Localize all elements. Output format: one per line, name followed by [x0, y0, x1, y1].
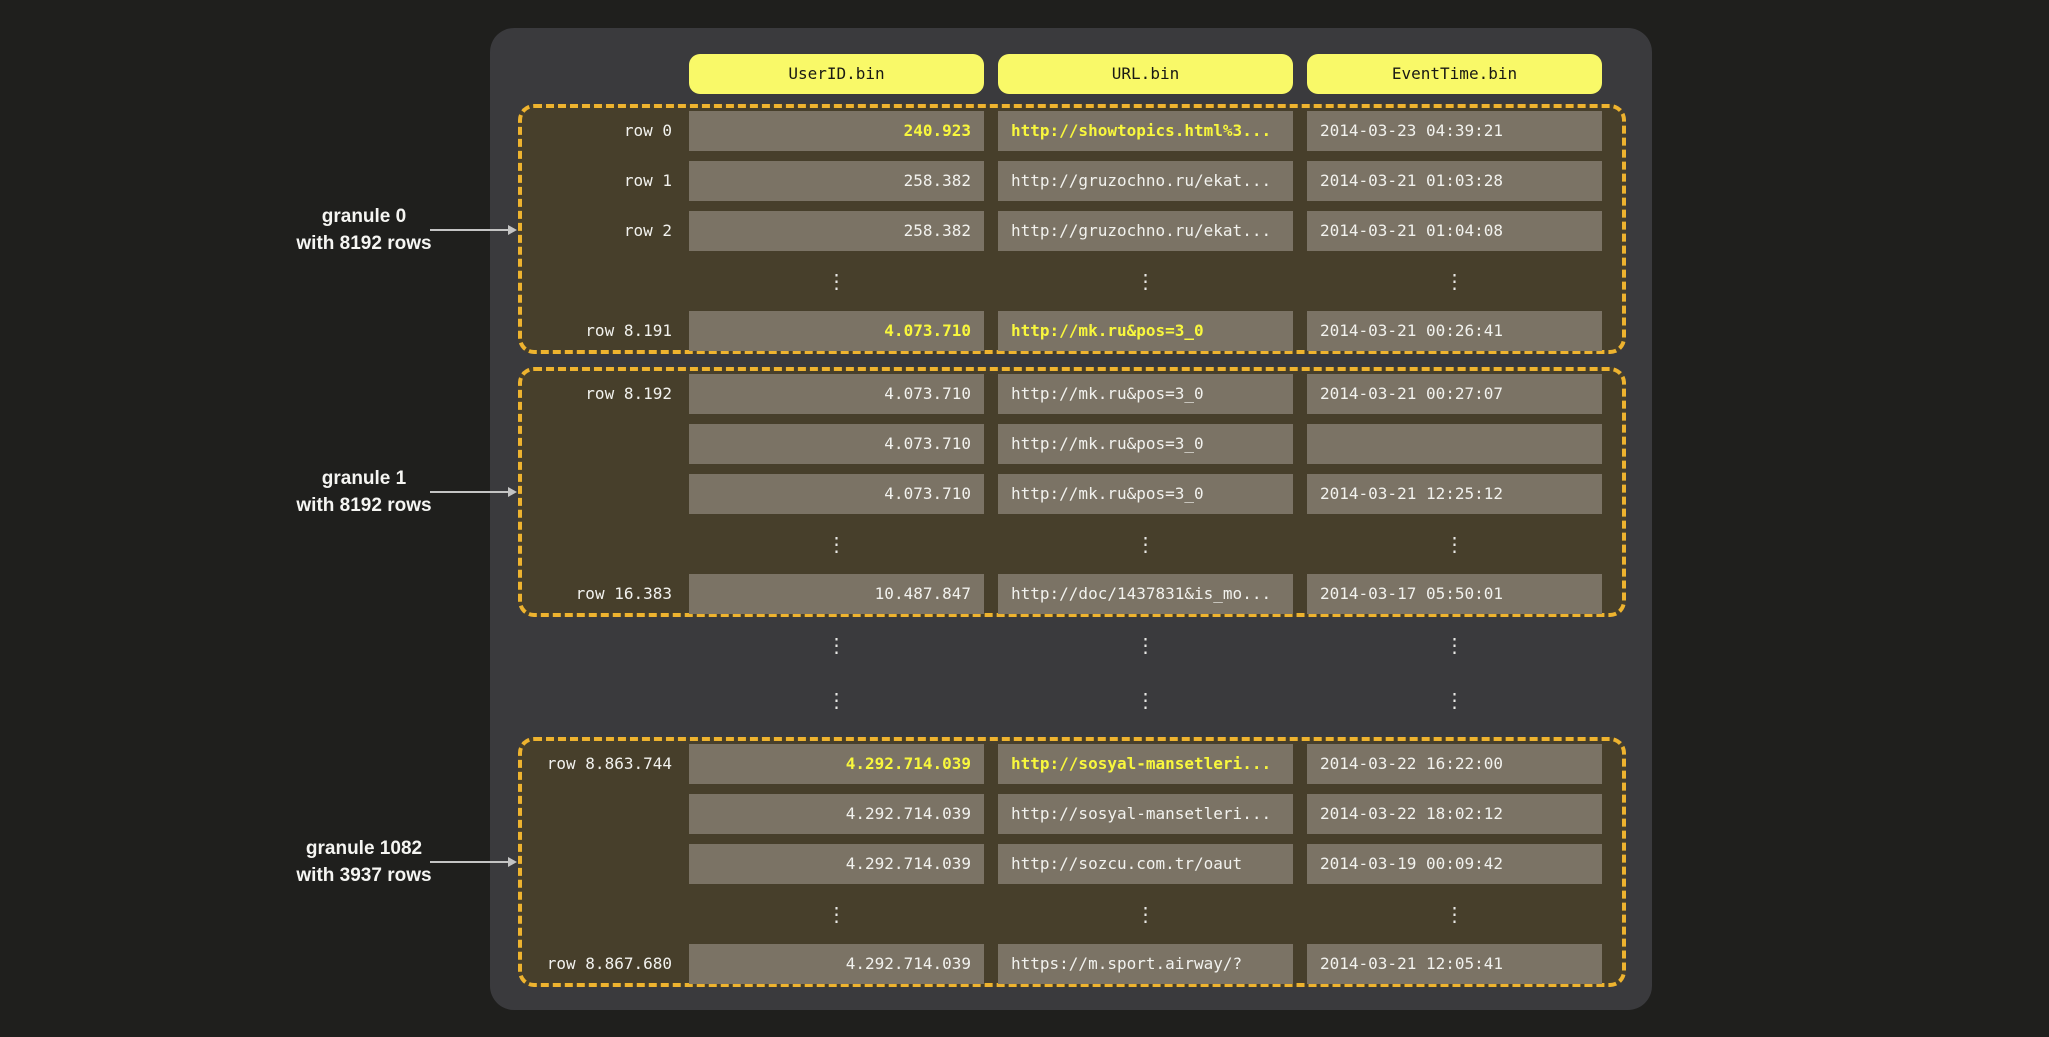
ellipsis: ⋮	[998, 680, 1293, 720]
userid-cell: 258.382	[689, 161, 984, 201]
ellipsis: ⋮	[1307, 524, 1602, 564]
eventtime-cell: 2014-03-17 05:50:01	[1307, 574, 1602, 614]
eventtime-cell: 2014-03-23 04:39:21	[1307, 111, 1602, 151]
url-cell: http://sozcu.com.tr/oaut	[998, 844, 1293, 884]
granule-name: granule 1	[244, 465, 484, 492]
eventtime-cell: 2014-03-22 16:22:00	[1307, 744, 1602, 784]
granule-name: granule 0	[244, 203, 484, 230]
ellipsis: ⋮	[998, 261, 1293, 301]
url-cell: http://sosyal-mansetleri...	[998, 794, 1293, 834]
userid-cell: 4.292.714.039	[689, 844, 984, 884]
userid-cell: 4.073.710	[689, 474, 984, 514]
userid-cell: 4.073.710	[689, 424, 984, 464]
granule-row-count: with 3937 rows	[244, 862, 484, 889]
granule-1082-box: row 8.863.744 4.292.714.039 http://sosya…	[518, 737, 1626, 987]
url-cell: http://mk.ru&pos=3_0	[998, 311, 1293, 351]
row-label: row 8.192	[522, 374, 672, 414]
url-cell: http://sosyal-mansetleri...	[998, 744, 1293, 784]
ellipsis: ⋮	[1307, 261, 1602, 301]
row-label	[522, 794, 672, 834]
url-cell: http://mk.ru&pos=3_0	[998, 374, 1293, 414]
ellipsis: ⋮	[1307, 894, 1602, 934]
ellipsis-row: ⋮ ⋮ ⋮	[522, 261, 1622, 301]
granule-1-arrow-icon	[430, 491, 508, 493]
userid-cell: 4.292.714.039	[689, 744, 984, 784]
row-label	[522, 474, 672, 514]
url-cell: http://showtopics.html%3...	[998, 111, 1293, 151]
table-row: 4.073.710 http://mk.ru&pos=3_0 2014-03-2…	[522, 474, 1622, 514]
ellipsis: ⋮	[689, 625, 984, 665]
table-row: row 1 258.382 http://gruzochno.ru/ekat..…	[522, 161, 1622, 201]
url-cell: http://gruzochno.ru/ekat...	[998, 211, 1293, 251]
userid-cell: 4.073.710	[689, 311, 984, 351]
ellipsis: ⋮	[1307, 625, 1602, 665]
column-header-eventtime: EventTime.bin	[1307, 54, 1602, 94]
ellipsis: ⋮	[998, 625, 1293, 665]
ellipsis: ⋮	[998, 524, 1293, 564]
table-row: 4.292.714.039 http://sozcu.com.tr/oaut 2…	[522, 844, 1622, 884]
ellipsis: ⋮	[689, 261, 984, 301]
row-label: row 2	[522, 211, 672, 251]
row-label: row 0	[522, 111, 672, 151]
userid-cell: 4.292.714.039	[689, 944, 984, 984]
table-row: row 0 240.923 http://showtopics.html%3..…	[522, 111, 1622, 151]
row-label	[522, 844, 672, 884]
eventtime-cell: 2014-03-21 12:05:41	[1307, 944, 1602, 984]
table-row: row 8.192 4.073.710 http://mk.ru&pos=3_0…	[522, 374, 1622, 414]
ellipsis: ⋮	[689, 894, 984, 934]
table-row: row 8.863.744 4.292.714.039 http://sosya…	[522, 744, 1622, 784]
url-cell: http://doc/1437831&is_mo...	[998, 574, 1293, 614]
row-label: row 8.863.744	[522, 744, 672, 784]
userid-cell: 10.487.847	[689, 574, 984, 614]
eventtime-cell: 2014-03-21 01:03:28	[1307, 161, 1602, 201]
table-row: row 2 258.382 http://gruzochno.ru/ekat..…	[522, 211, 1622, 251]
table-row: row 16.383 10.487.847 http://doc/1437831…	[522, 574, 1622, 614]
column-header-userid: UserID.bin	[689, 54, 984, 94]
granule-name: granule 1082	[244, 835, 484, 862]
granule-row-count: with 8192 rows	[244, 230, 484, 257]
row-label: row 1	[522, 161, 672, 201]
eventtime-cell: 2014-03-21 01:04:08	[1307, 211, 1602, 251]
row-label: row 8.867.680	[522, 944, 672, 984]
granule-row-count: with 8192 rows	[244, 492, 484, 519]
userid-cell: 240.923	[689, 111, 984, 151]
granule-0-arrow-icon	[430, 229, 508, 231]
eventtime-cell: 2014-03-22 18:02:12	[1307, 794, 1602, 834]
url-cell: http://mk.ru&pos=3_0	[998, 424, 1293, 464]
table-row: 4.292.714.039 http://sosyal-mansetleri..…	[522, 794, 1622, 834]
url-cell: http://gruzochno.ru/ekat...	[998, 161, 1293, 201]
column-header-url: URL.bin	[998, 54, 1293, 94]
userid-cell: 4.073.710	[689, 374, 984, 414]
eventtime-cell: 2014-03-19 00:09:42	[1307, 844, 1602, 884]
url-cell: https://m.sport.airway/?	[998, 944, 1293, 984]
row-label: row 16.383	[522, 574, 672, 614]
eventtime-cell-empty	[1307, 424, 1602, 464]
row-label	[522, 424, 672, 464]
granule-1-box: row 8.192 4.073.710 http://mk.ru&pos=3_0…	[518, 367, 1626, 617]
userid-cell: 258.382	[689, 211, 984, 251]
ellipsis: ⋮	[998, 894, 1293, 934]
ellipsis: ⋮	[689, 680, 984, 720]
granule-1082-arrow-icon	[430, 861, 508, 863]
table-row: row 8.191 4.073.710 http://mk.ru&pos=3_0…	[522, 311, 1622, 351]
table-row: 4.073.710 http://mk.ru&pos=3_0	[522, 424, 1622, 464]
table-row: row 8.867.680 4.292.714.039 https://m.sp…	[522, 944, 1622, 984]
ellipsis-row: ⋮ ⋮ ⋮	[0, 680, 2049, 720]
ellipsis: ⋮	[689, 524, 984, 564]
granule-0-box: row 0 240.923 http://showtopics.html%3..…	[518, 104, 1626, 354]
eventtime-cell: 2014-03-21 00:26:41	[1307, 311, 1602, 351]
ellipsis: ⋮	[1307, 680, 1602, 720]
ellipsis-row: ⋮ ⋮ ⋮	[0, 625, 2049, 665]
eventtime-cell: 2014-03-21 00:27:07	[1307, 374, 1602, 414]
eventtime-cell: 2014-03-21 12:25:12	[1307, 474, 1602, 514]
ellipsis-row: ⋮ ⋮ ⋮	[522, 894, 1622, 934]
userid-cell: 4.292.714.039	[689, 794, 984, 834]
clickhouse-granules-diagram: UserID.bin URL.bin EventTime.bin row 0 2…	[0, 0, 2049, 1037]
ellipsis-row: ⋮ ⋮ ⋮	[522, 524, 1622, 564]
row-label: row 8.191	[522, 311, 672, 351]
url-cell: http://mk.ru&pos=3_0	[998, 474, 1293, 514]
